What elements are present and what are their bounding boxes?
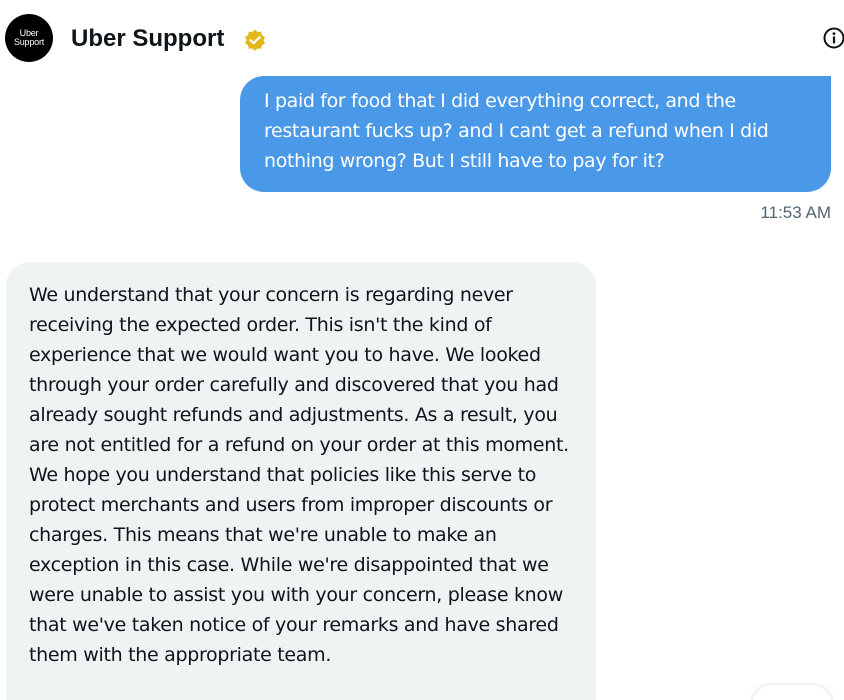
avatar[interactable]: Uber Support <box>5 14 53 62</box>
scroll-to-bottom-button[interactable] <box>752 685 832 700</box>
verified-badge-icon <box>245 29 265 51</box>
dm-conversation: Uber Support Uber Support I paid for foo… <box>0 0 844 700</box>
message-bubble-received[interactable]: We understand that your concern is regar… <box>6 262 596 700</box>
contact-name[interactable]: Uber Support <box>71 24 224 54</box>
message-bubble-sent[interactable]: I paid for food that I did everything co… <box>240 76 831 192</box>
avatar-text-line2: Support <box>13 37 45 47</box>
message-timestamp: 11:53 AM <box>760 203 831 222</box>
info-icon[interactable] <box>822 26 844 50</box>
conversation-header: Uber Support Uber Support <box>0 0 844 78</box>
